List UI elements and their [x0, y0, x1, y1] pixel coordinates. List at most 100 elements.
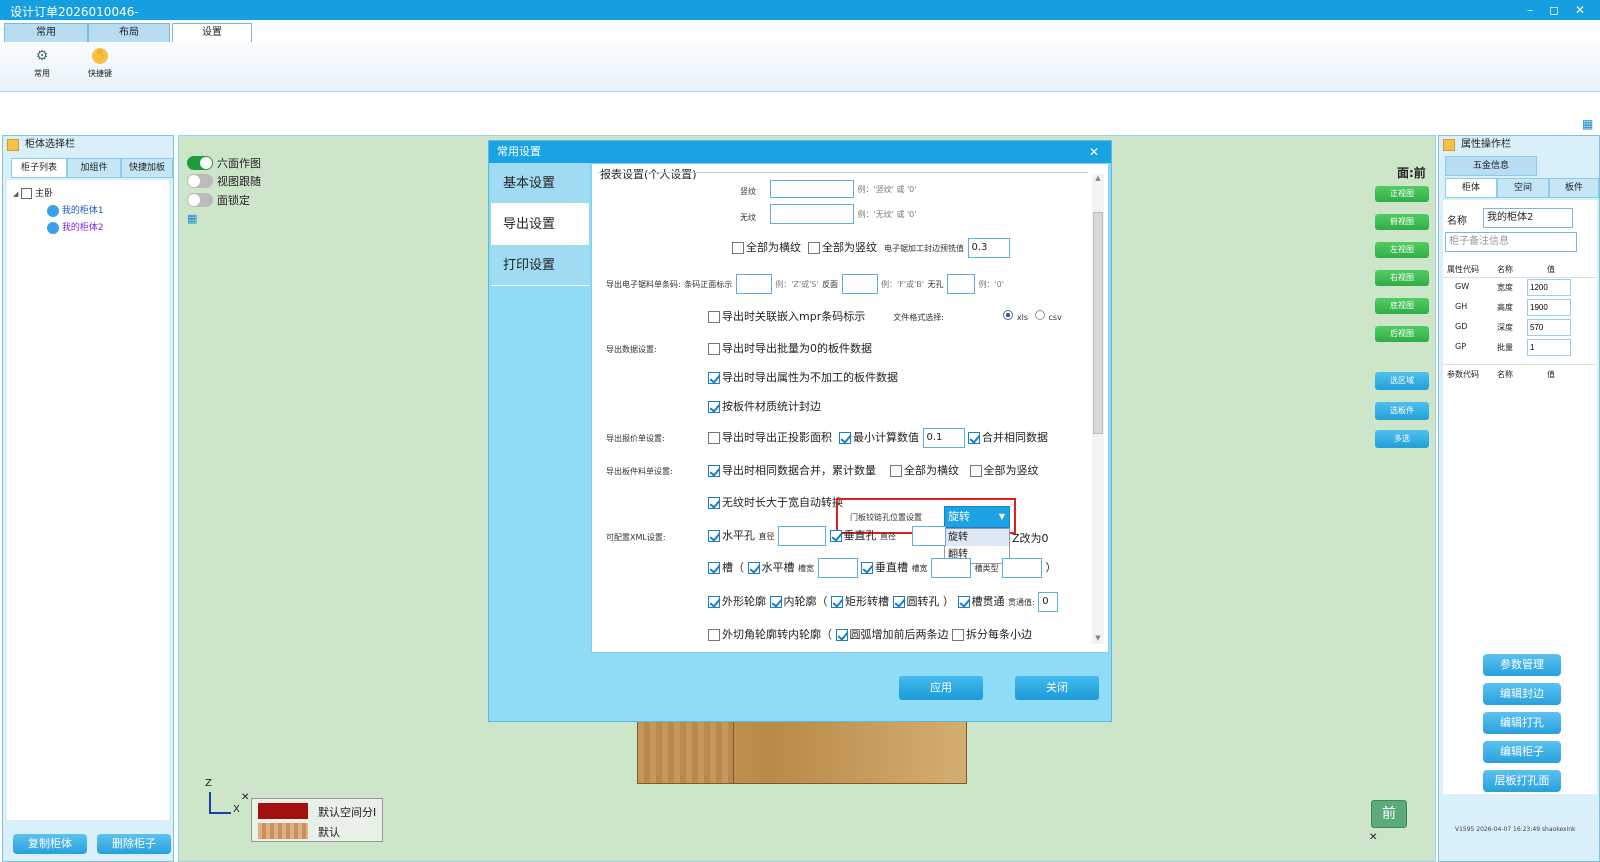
- delete-cabinet-button[interactable]: 删除柜子: [97, 834, 171, 854]
- tab-add-component[interactable]: 加组件: [67, 158, 121, 178]
- attr-value-input[interactable]: [1527, 299, 1571, 316]
- auto-rotate-checkbox[interactable]: [708, 497, 720, 509]
- tab-common[interactable]: 常用: [4, 23, 88, 42]
- v-hole-checkbox[interactable]: [829, 530, 842, 542]
- nav-print-settings[interactable]: 打印设置: [491, 245, 589, 286]
- tab-board[interactable]: 板件: [1549, 178, 1599, 198]
- edit-drill-button[interactable]: 编辑打孔: [1483, 712, 1561, 734]
- top-view-button[interactable]: 俯视图: [1375, 214, 1429, 230]
- xls-radio[interactable]: [1003, 310, 1014, 320]
- tab-settings[interactable]: 设置: [172, 23, 252, 42]
- edit-edge-button[interactable]: 编辑封边: [1483, 683, 1561, 705]
- param-manage-button[interactable]: 参数管理: [1483, 654, 1561, 676]
- edit-cabinet-button[interactable]: 编辑柜子: [1483, 741, 1561, 763]
- shelf-drill-face-button[interactable]: 层板打孔面: [1483, 770, 1561, 792]
- six-face-toggle[interactable]: [187, 156, 213, 170]
- tab-quick-add-panel[interactable]: 快捷加板: [121, 158, 173, 178]
- bottom-view-button[interactable]: 底视图: [1375, 298, 1429, 314]
- arc-add-checkbox[interactable]: [835, 629, 848, 641]
- hinge-select[interactable]: 旋转 ▼: [944, 506, 1010, 528]
- edge-input[interactable]: 0.3: [967, 238, 1010, 258]
- shuwen-input[interactable]: [770, 180, 854, 198]
- close-icon[interactable]: ✕: [1572, 2, 1588, 18]
- tree-item-cabinet1[interactable]: 我的柜体1: [47, 203, 104, 217]
- note-field[interactable]: 柜子备注信息: [1445, 232, 1577, 252]
- scroll-up-icon[interactable]: ▲: [1093, 174, 1103, 184]
- csv-radio[interactable]: [1035, 310, 1045, 320]
- groove-through-checkbox[interactable]: [957, 596, 970, 608]
- data-opt2-checkbox[interactable]: [708, 372, 720, 384]
- h-hole-dia-input[interactable]: [778, 526, 826, 546]
- front-view-button[interactable]: 正视图: [1375, 186, 1429, 202]
- hinge-option-rotate[interactable]: 旋转: [945, 529, 1009, 546]
- quote-opt2-checkbox[interactable]: [839, 432, 851, 444]
- h-hole-checkbox[interactable]: [708, 530, 720, 542]
- data-opt1-checkbox[interactable]: [708, 343, 720, 355]
- attr-value-input[interactable]: [1527, 339, 1571, 356]
- quote-opt1-checkbox[interactable]: [708, 432, 720, 444]
- v-groove-width-input[interactable]: [931, 558, 971, 578]
- h-groove-width-input[interactable]: [817, 558, 858, 578]
- barcode-front-input[interactable]: [735, 274, 772, 294]
- scrollbar-thumb[interactable]: [1093, 212, 1103, 434]
- wuwen-input[interactable]: [770, 204, 854, 224]
- outer-checkbox[interactable]: [708, 596, 720, 608]
- all-heng-checkbox[interactable]: [732, 242, 744, 254]
- barcode-back-input[interactable]: [841, 274, 878, 294]
- view-cube[interactable]: 前: [1371, 800, 1407, 828]
- close-x-icon[interactable]: ✕: [241, 792, 249, 803]
- quote-opt3-checkbox[interactable]: [968, 432, 980, 444]
- split-edge-checkbox[interactable]: [952, 629, 964, 641]
- v-hole-dia-input[interactable]: [912, 526, 946, 546]
- minimize-icon[interactable]: –: [1522, 2, 1538, 18]
- tab-space[interactable]: 空间: [1497, 178, 1549, 198]
- through-val-input[interactable]: 0: [1038, 592, 1059, 612]
- copy-cabinet-button[interactable]: 复制柜体: [13, 834, 87, 854]
- rect-groove-checkbox[interactable]: [831, 596, 843, 608]
- dialog-scrollbar[interactable]: ▲ ▼: [1092, 174, 1104, 644]
- data-opt3-checkbox[interactable]: [708, 401, 720, 413]
- attr-value-input[interactable]: [1527, 279, 1571, 296]
- groove-type-input[interactable]: [1002, 558, 1042, 578]
- panel-opt3-checkbox[interactable]: [969, 465, 982, 477]
- maximize-icon[interactable]: ◻: [1546, 2, 1562, 18]
- select-panel-button[interactable]: 选板件: [1375, 402, 1429, 420]
- grid-icon[interactable]: ▦: [1582, 118, 1594, 130]
- back-view-button[interactable]: 后视图: [1375, 326, 1429, 342]
- tree-item-cabinet2[interactable]: 我的柜体2: [47, 220, 104, 234]
- ribbon-common-button[interactable]: ⚙ 常用: [22, 48, 62, 90]
- barcode-none-input[interactable]: [946, 274, 975, 294]
- cut-corner-checkbox[interactable]: [708, 629, 720, 641]
- right-view-button[interactable]: 右视图: [1375, 270, 1429, 286]
- tab-cabinet-list[interactable]: 柜子列表: [11, 158, 67, 178]
- quote-min-input[interactable]: 0.1: [922, 428, 965, 448]
- dialog-close-icon[interactable]: ✕: [1089, 141, 1099, 163]
- mpr-checkbox[interactable]: [708, 311, 720, 323]
- tab-hardware-info[interactable]: 五金信息: [1445, 156, 1537, 176]
- select-area-button[interactable]: 选区域: [1375, 372, 1429, 390]
- inner-checkbox[interactable]: [769, 596, 782, 608]
- close-cube-icon[interactable]: ✕: [1369, 832, 1377, 843]
- tab-cabinet[interactable]: 柜体: [1445, 178, 1497, 198]
- face-lock-toggle[interactable]: [187, 193, 213, 207]
- panel-opt1-checkbox[interactable]: [708, 465, 720, 477]
- nav-basic-settings[interactable]: 基本设置: [491, 163, 589, 204]
- all-shu-checkbox[interactable]: [808, 242, 820, 254]
- scroll-down-icon[interactable]: ▼: [1093, 634, 1103, 644]
- view-follow-toggle[interactable]: [187, 174, 213, 188]
- panel-opt2-checkbox[interactable]: [890, 465, 902, 477]
- tab-layout[interactable]: 布局: [88, 23, 170, 42]
- left-view-button[interactable]: 左视图: [1375, 242, 1429, 258]
- grid-small-icon[interactable]: ▦: [187, 212, 197, 225]
- ribbon-shortcut-button[interactable]: ✋ 快捷键: [80, 48, 120, 90]
- close-button[interactable]: 关闭: [1015, 676, 1099, 700]
- h-groove-checkbox[interactable]: [747, 562, 760, 574]
- groove-checkbox[interactable]: [708, 562, 720, 574]
- v-groove-checkbox[interactable]: [861, 562, 873, 574]
- attr-value-input[interactable]: [1527, 319, 1571, 336]
- tree-root[interactable]: ◢ 主卧: [13, 186, 53, 199]
- name-field[interactable]: 我的柜体2: [1483, 208, 1573, 228]
- apply-button[interactable]: 应用: [899, 676, 983, 700]
- nav-export-settings[interactable]: 导出设置: [491, 204, 589, 245]
- multi-select-button[interactable]: 多选: [1375, 430, 1429, 448]
